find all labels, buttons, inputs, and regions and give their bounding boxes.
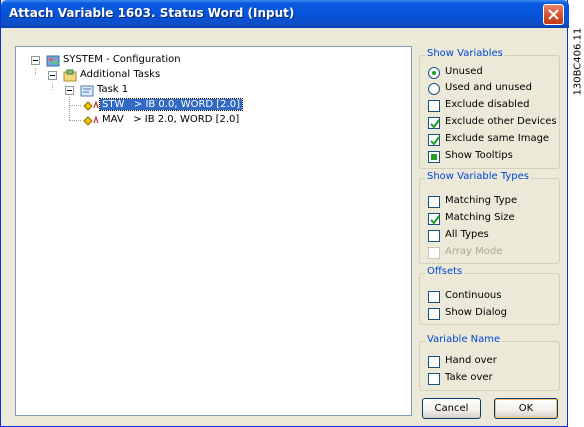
tree-node-variable-stw[interactable]: STW > IB 0.0, WORD [2.0] [82,98,282,114]
input-variable-icon [83,100,99,111]
tasks-folder-icon [63,69,77,82]
group-title: Show Variables [425,48,505,59]
group-title: Variable Name [425,334,503,345]
tree-node-label: SYSTEM - Configuration [63,54,181,65]
group-title: Show Variable Types [425,171,532,182]
close-icon [548,9,559,20]
group-title: Offsets [425,266,465,277]
tree-node-label: Additional Tasks [80,69,161,80]
tree-node-task-1[interactable]: Task 1 [58,83,258,99]
dialog-window: Attach Variable 1603. Status Word (Input… [0,0,569,427]
task-icon [80,85,94,97]
tree-node-variable-mav[interactable]: MAV > IB 2.0, WORD [2.0] [82,113,282,129]
variable-name: STW [102,99,125,110]
variable-tree[interactable]: SYSTEM - Configuration Additional Tasks … [15,46,412,416]
tree-node-label: Task 1 [97,84,129,95]
show-variables-group: Show Variables Unused Used and unused Ex… [419,48,560,169]
variable-name-group: Variable Name Hand over Take over [419,334,560,391]
show-variable-types-group: Show Variable Types Matching Type Matchi… [419,171,560,264]
system-config-icon [46,55,60,67]
tree-node-label: MAV > IB 2.0, WORD [2.0] [102,114,239,125]
tree-node-system[interactable]: SYSTEM - Configuration [24,53,224,69]
close-button[interactable] [543,4,564,25]
window-title: Attach Variable 1603. Status Word (Input… [9,6,295,20]
tree-node-label: STW > IB 0.0, WORD [2.0] [99,98,243,111]
indeterminate-mark-icon [431,154,437,160]
collapse-toggle[interactable] [31,56,40,65]
offsets-group: Offsets Continuous Show Dialog [419,266,560,325]
checkmark-icon [430,136,440,146]
checkmark-icon [430,119,440,129]
variable-name: MAV [102,114,124,125]
figure-reference-label: 130BC406.11 [572,27,584,96]
cancel-button[interactable]: Cancel [422,398,481,419]
collapse-toggle[interactable] [48,71,57,80]
ok-button[interactable]: OK [494,398,558,419]
tree-node-additional-tasks[interactable]: Additional Tasks [41,68,241,84]
variable-mapping: > IB 2.0, WORD [2.0] [133,114,240,125]
title-bar[interactable]: Attach Variable 1603. Status Word (Input… [1,0,569,28]
variable-mapping: > IB 0.0, WORD [2.0] [133,99,240,110]
checkmark-icon [430,215,440,225]
collapse-toggle[interactable] [65,86,74,95]
input-variable-icon [83,115,99,126]
